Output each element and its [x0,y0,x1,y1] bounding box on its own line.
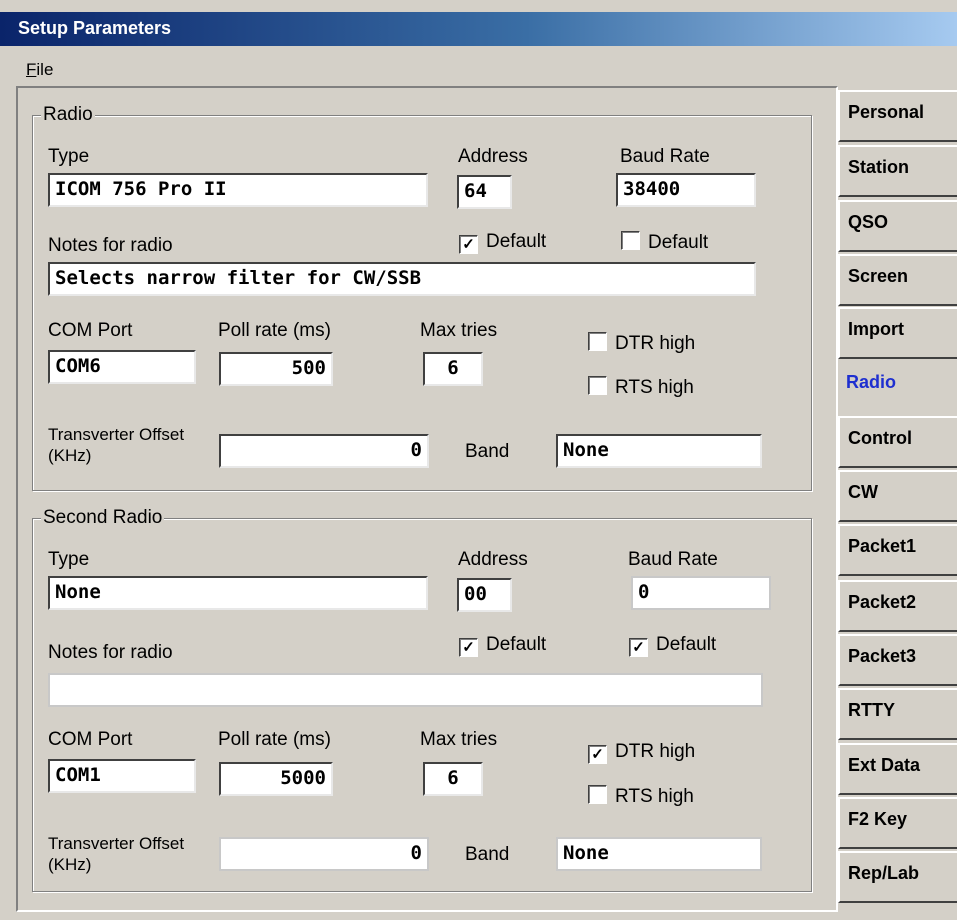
transverter-offset-field[interactable]: 0 [219,837,429,871]
band-field[interactable]: None [556,837,762,871]
settings-panel: Radio Type ICOM 756 Pro II Address 64 Ba… [16,86,838,912]
baud-default-box: ✓ [629,638,648,657]
rts-high-label: RTS high [615,377,694,398]
window-title: Setup Parameters [18,18,172,38]
address-default-label: Default [486,634,547,655]
com-port-label: COM Port [48,729,133,750]
address-default-box: ✓ [459,638,478,657]
rts-high-checkbox[interactable]: RTS high [588,785,694,808]
max-tries-field[interactable]: 6 [423,352,483,386]
tab-rtty[interactable]: RTTY [838,688,957,740]
poll-rate-field[interactable]: 500 [219,352,333,386]
menu-file[interactable]: File [26,60,53,80]
notes-label: Notes for radio [48,235,173,256]
dtr-high-box [588,332,607,351]
menu-bar: File [0,54,957,84]
transverter-offset-field[interactable]: 0 [219,434,429,468]
tab-f2-key[interactable]: F2 Key [838,797,957,849]
menu-file-rest: ile [36,60,54,79]
address-field[interactable]: 64 [457,175,512,209]
radio-group-title: Radio [41,104,95,126]
baud-default-checkbox[interactable]: Default [621,231,708,254]
tab-packet1[interactable]: Packet1 [838,524,957,576]
max-tries-label: Max tries [420,729,498,750]
dtr-high-label: DTR high [615,333,696,354]
notes-field[interactable]: Selects narrow filter for CW/SSB [48,262,756,296]
tab-personal[interactable]: Personal [838,90,957,142]
dtr-high-label: DTR high [615,741,696,762]
band-field[interactable]: None [556,434,762,468]
notes-field[interactable] [48,673,763,707]
com-port-label: COM Port [48,320,133,341]
menu-file-accel: F [26,60,37,79]
baud-rate-label: Baud Rate [628,549,718,570]
baud-default-label: Default [648,232,709,253]
transverter-offset-label: Transverter Offset (KHz) [48,425,185,465]
address-label: Address [458,146,528,167]
tab-packet2[interactable]: Packet2 [838,580,957,632]
address-label: Address [458,549,528,570]
second-radio-group-title: Second Radio [41,507,165,529]
tab-cw[interactable]: CW [838,470,957,522]
address-default-label: Default [486,231,547,252]
type-field[interactable]: None [48,576,428,610]
baud-default-label: Default [656,634,717,655]
dtr-high-checkbox[interactable]: DTR high [588,332,695,355]
title-bar[interactable]: Setup Parameters [0,12,957,46]
baud-default-checkbox[interactable]: ✓ Default [629,634,716,657]
rts-high-box [588,785,607,804]
band-label: Band [465,844,510,865]
com-port-field[interactable]: COM1 [48,759,196,793]
tab-station[interactable]: Station [838,145,957,197]
second-radio-group: Second Radio Type None Address 00 Baud R… [32,507,812,892]
rts-high-checkbox[interactable]: RTS high [588,376,694,399]
tab-control[interactable]: Control [838,416,957,468]
poll-rate-label: Poll rate (ms) [218,729,331,750]
tab-packet3[interactable]: Packet3 [838,634,957,686]
com-port-field[interactable]: COM6 [48,350,196,384]
dtr-high-checkbox[interactable]: ✓ DTR high [588,741,695,764]
address-field[interactable]: 00 [457,578,512,612]
tab-import[interactable]: Import [838,307,957,359]
poll-rate-label: Poll rate (ms) [218,320,331,341]
poll-rate-field[interactable]: 5000 [219,762,333,796]
address-default-box: ✓ [459,235,478,254]
baud-rate-label: Baud Rate [620,146,710,167]
rts-high-label: RTS high [615,786,694,807]
baud-default-box [621,231,640,250]
notes-label: Notes for radio [48,642,173,663]
transverter-offset-label: Transverter Offset (KHz) [48,834,185,874]
baud-rate-field[interactable]: 0 [631,576,771,610]
dtr-high-box: ✓ [588,745,607,764]
type-field[interactable]: ICOM 756 Pro II [48,173,428,207]
address-default-checkbox[interactable]: ✓ Default [459,634,546,657]
tab-qso[interactable]: QSO [838,200,957,252]
radio-group: Radio Type ICOM 756 Pro II Address 64 Ba… [32,104,812,491]
max-tries-label: Max tries [420,320,498,341]
tab-ext-data[interactable]: Ext Data [838,743,957,795]
address-default-checkbox[interactable]: ✓ Default [459,231,546,254]
rts-high-box [588,376,607,395]
baud-rate-field[interactable]: 38400 [616,173,756,207]
max-tries-field[interactable]: 6 [423,762,483,796]
type-label: Type [48,549,90,570]
tab-rep-lab[interactable]: Rep/Lab [838,851,957,903]
band-label: Band [465,441,510,462]
tab-screen[interactable]: Screen [838,254,957,306]
tab-radio[interactable]: Radio [838,362,957,414]
type-label: Type [48,146,90,167]
